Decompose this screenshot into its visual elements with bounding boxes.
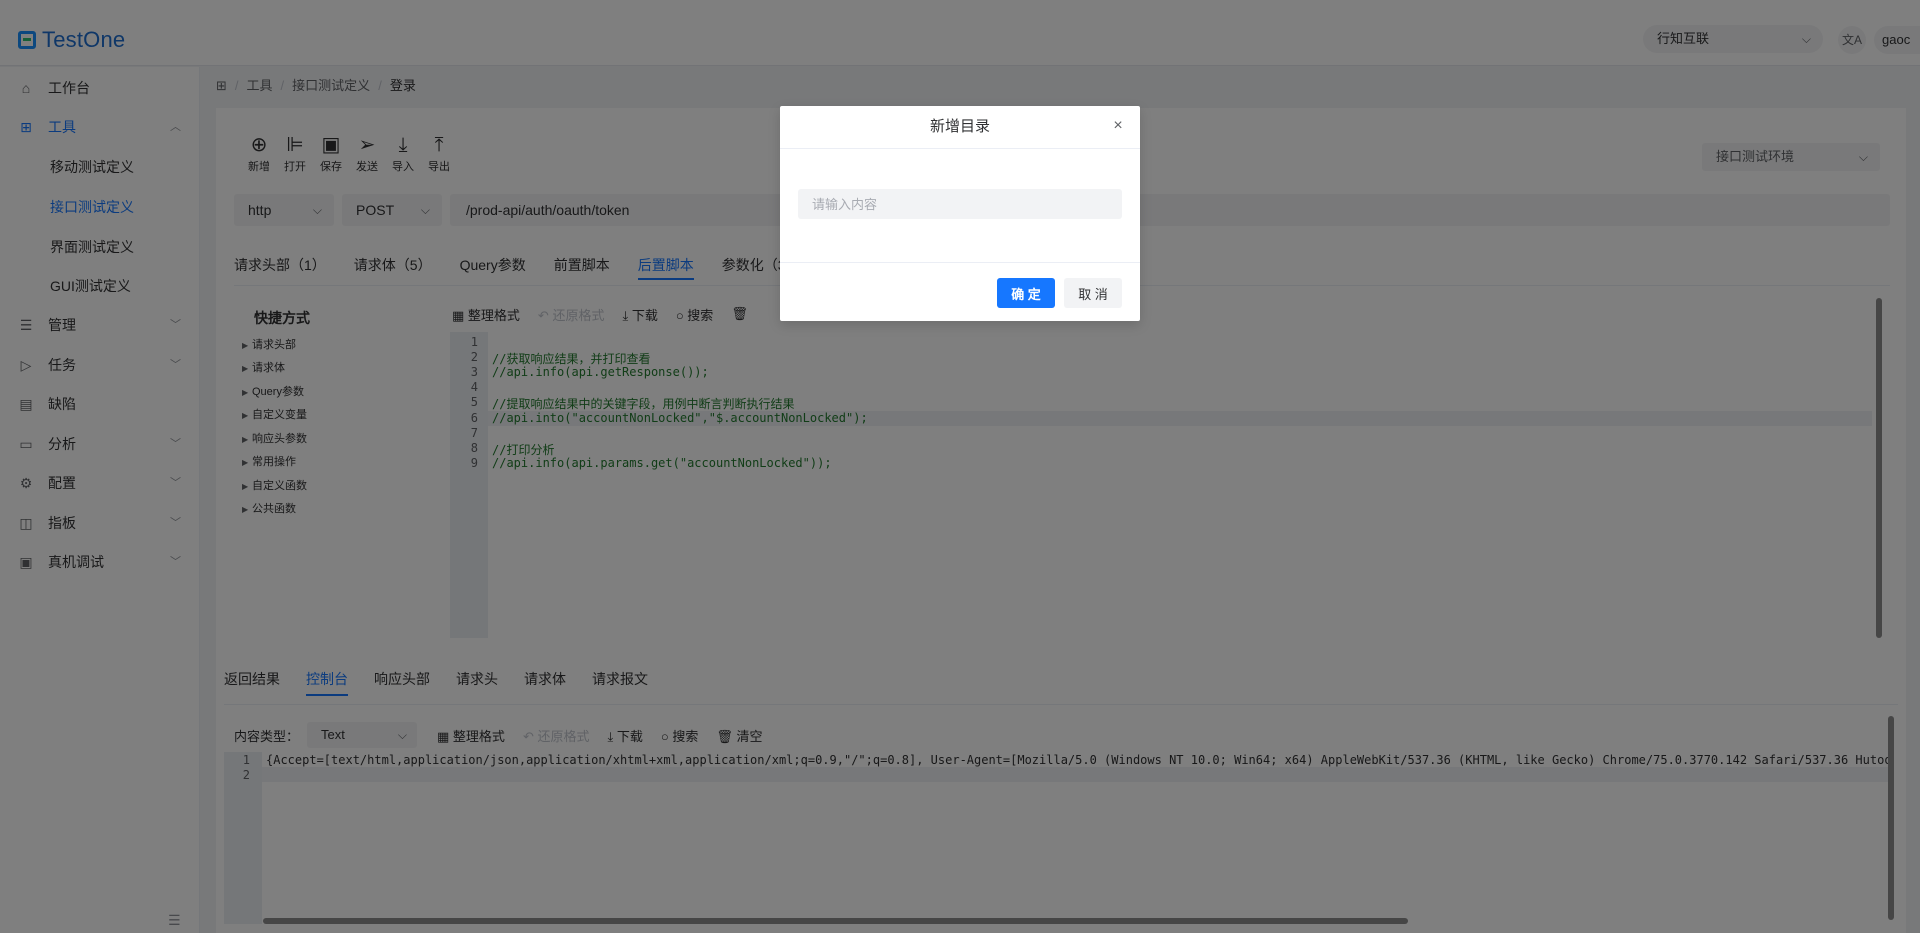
close-icon[interactable]: ×	[1108, 116, 1128, 136]
directory-name-input[interactable]	[798, 189, 1122, 219]
dialog-title: 新增目录	[929, 118, 990, 135]
cancel-button[interactable]: 取 消	[1064, 278, 1122, 308]
add-directory-dialog: 新增目录 × 确 定 取 消	[780, 106, 1140, 321]
confirm-button[interactable]: 确 定	[997, 278, 1055, 308]
